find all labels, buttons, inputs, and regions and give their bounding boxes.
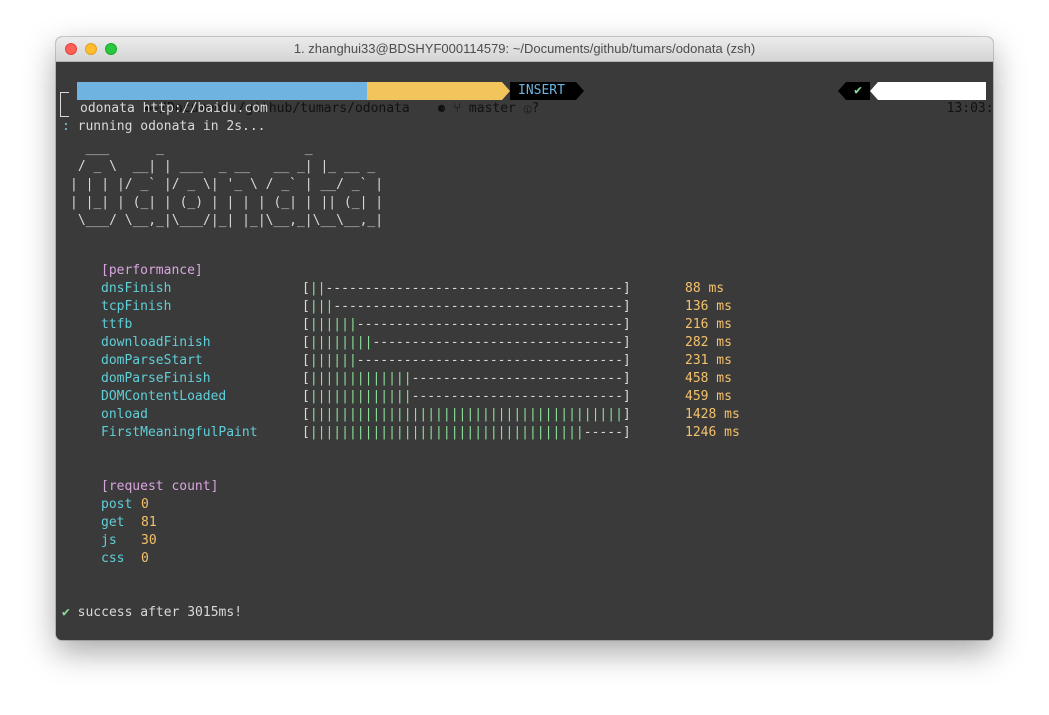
metric-value: 458 ms: [685, 371, 732, 386]
request-count-row: js 30: [101, 532, 157, 550]
metric-bar-fill: ||||||: [309, 317, 357, 332]
request-count-row: get 81: [101, 514, 157, 532]
branch-name: master: [468, 101, 516, 116]
metric-bar-fill: ||||||||||||||||||||||||||||||||||||||||: [309, 407, 623, 422]
metric-name: DOMContentLoaded: [101, 389, 227, 404]
status-check-icon: ✔: [846, 82, 870, 100]
request-type-label: post: [101, 497, 133, 512]
performance-heading: [performance]: [101, 263, 203, 278]
terminal-content[interactable]: ▬~/Documents/github/tumars/odonata ⚈ ⑂ m…: [56, 62, 993, 640]
window-title: 1. zhanghui33@BDSHYF000114579: ~/Documen…: [293, 41, 756, 56]
metric-value: 282 ms: [685, 335, 732, 350]
metric-bar-fill: |||||||||||||||||||||||||||||||||||: [309, 425, 584, 440]
request-count-value: 0: [141, 497, 149, 512]
metric-bar: [|||------------------------------------…: [302, 299, 631, 314]
metric-value: 88 ms: [685, 281, 725, 296]
path-arrow-icon: [359, 82, 367, 100]
request-count-row: css 0: [101, 550, 149, 568]
request-count-value: 81: [141, 515, 157, 530]
metric-bar-fill: ||: [309, 281, 326, 296]
ascii-line: | | | |/ _` |/ _ \| '_ \ / _` | __/ _` |: [70, 177, 384, 192]
git-arrow-icon: [502, 82, 510, 100]
time-arrow-icon: [870, 82, 878, 100]
running-text: running odonata in 2s...: [77, 119, 266, 134]
metric-bar: [||||||---------------------------------…: [302, 353, 631, 368]
github-cat-icon: ⚈: [437, 101, 446, 116]
metric-bar-fill: |||: [309, 299, 334, 314]
question-icon: ?: [531, 101, 540, 116]
request-count-value: 30: [141, 533, 157, 548]
metric-name: ttfb: [101, 317, 133, 332]
loading-icon: :: [62, 119, 70, 134]
prompt-bracket-bottom: [60, 107, 69, 117]
ascii-logo: ___ _ _ / _ \ __| | ___ _ __ __ _| |_ __…: [70, 140, 399, 230]
check-icon: ✔: [62, 605, 70, 620]
request-type-label: get: [101, 515, 125, 530]
prompt-bracket-top: [60, 92, 69, 107]
metric-name: domParseFinish: [101, 371, 211, 386]
metric-bar: [||||||||-------------------------------…: [302, 335, 631, 350]
branch-icon: ⑂: [453, 101, 462, 116]
request-count-heading: [request count]: [101, 479, 219, 494]
request-count-row: post 0: [101, 496, 149, 514]
request-type-label: css: [101, 551, 125, 566]
ascii-line: | |_| | (_| | (_) | | | | (_| | || (_| |: [70, 195, 384, 210]
metric-value: 459 ms: [685, 389, 732, 404]
prompt-time: 13:03:10: [946, 101, 993, 116]
metric-name: onload: [101, 407, 148, 422]
metric-bar: [|||||||||||||--------------------------…: [302, 389, 631, 404]
metric-bar: [|||||||||||||||||||||||||||||||||||----…: [302, 425, 631, 440]
result-line: ✔ success after 3015ms!: [62, 604, 242, 622]
metric-bar-fill: ||||||: [309, 353, 357, 368]
metric-bar-fill: |||||||||||||: [309, 371, 412, 386]
result-text: success after 3015ms!: [77, 605, 243, 620]
metric-name: tcpFinish: [101, 299, 172, 314]
metric-value: 136 ms: [685, 299, 732, 314]
prompt-time-segment: 13:03:10 ◷: [878, 82, 993, 116]
metric-value: 216 ms: [685, 317, 732, 332]
title-bar[interactable]: 1. zhanghui33@BDSHYF000114579: ~/Documen…: [56, 37, 993, 62]
metric-name: dnsFinish: [101, 281, 172, 296]
metric-value: 231 ms: [685, 353, 732, 368]
command-line: odonata http://baidu.com: [80, 101, 268, 116]
metric-bar: [|||||||||||||--------------------------…: [302, 371, 631, 386]
running-line: : running odonata in 2s...: [62, 118, 266, 136]
metric-bar: [||-------------------------------------…: [302, 281, 631, 296]
ascii-line: ___ _ _: [70, 141, 399, 156]
vim-mode-indicator: INSERT: [510, 82, 576, 100]
metric-bar: [||||||---------------------------------…: [302, 317, 631, 332]
ascii-line: / _ \ __| | ___ _ __ __ _| |_ __ _: [70, 159, 384, 174]
ascii-line: \___/ \__,_|\___/|_| |_|\__,_|\__\__,_|: [70, 213, 384, 228]
prompt-git-segment: ⚈ ⑂ master ⓘ?: [367, 82, 539, 116]
metric-name: FirstMeaningfulPaint: [101, 425, 258, 440]
status-arrow-icon: [838, 82, 846, 100]
metric-name: domParseStart: [101, 353, 203, 368]
request-type-label: js: [101, 533, 117, 548]
metric-bar: [|||||||||||||||||||||||||||||||||||||||…: [302, 407, 631, 422]
terminal-window: 1. zhanghui33@BDSHYF000114579: ~/Documen…: [56, 37, 993, 640]
warning-icon: ⓘ: [523, 101, 532, 116]
mode-arrow-icon: [576, 82, 584, 100]
metric-value: 1428 ms: [685, 407, 740, 422]
request-count-value: 0: [141, 551, 149, 566]
metric-value: 1246 ms: [685, 425, 740, 440]
metric-bar-fill: |||||||||||||: [309, 389, 412, 404]
metric-bar-fill: ||||||||: [309, 335, 373, 350]
metric-name: downloadFinish: [101, 335, 211, 350]
